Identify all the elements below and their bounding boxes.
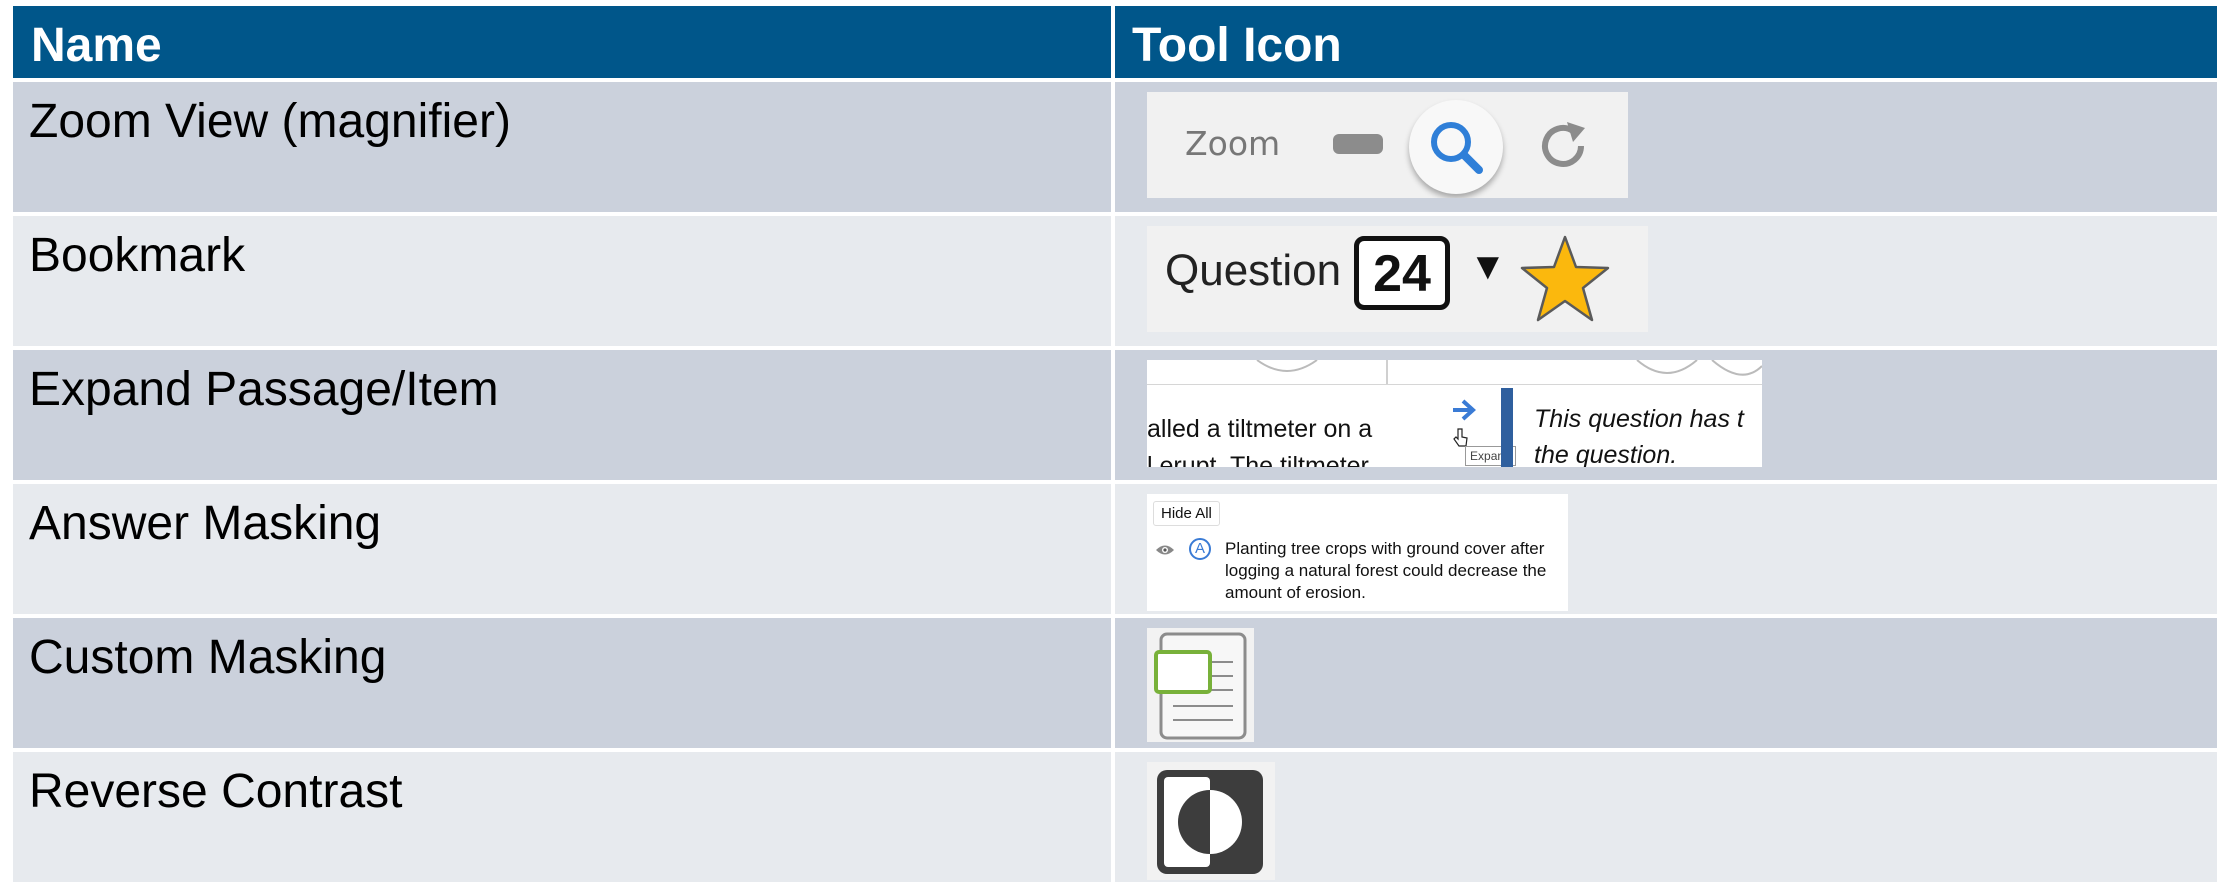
tools-table: Name Tool Icon Zoom View (magnifier) Zoo…: [13, 6, 2217, 882]
question-label: Question: [1165, 246, 1342, 295]
custom-mask-icon[interactable]: [1147, 628, 1255, 742]
tool-icon-cell: Zoom: [1115, 82, 2217, 212]
reset-zoom-icon[interactable]: [1535, 116, 1595, 181]
passage-text-line: alled a tiltmeter on a: [1147, 415, 1373, 443]
zoom-out-icon[interactable]: [1333, 134, 1384, 154]
passage-text-line: l erupt. The tiltmeter: [1147, 452, 1369, 467]
tool-name: Expand Passage/Item: [13, 350, 1112, 480]
zoom-toolbar: Zoom: [1147, 92, 1629, 198]
zoom-label: Zoom: [1185, 124, 1281, 163]
expand-arrow-icon[interactable]: [1450, 396, 1478, 429]
bookmark-toolbar: Question 24 ▼: [1147, 226, 1649, 332]
question-text-line: the question.: [1534, 441, 1678, 467]
table-row: Custom Masking: [13, 618, 2217, 748]
tool-icon-cell: alled a tiltmeter on a l erupt. The tilt…: [1115, 350, 2217, 480]
question-number[interactable]: 24: [1354, 236, 1451, 310]
tool-name: Answer Masking: [13, 484, 1112, 614]
magnifier-icon[interactable]: [1409, 100, 1504, 194]
table-row: Bookmark Question 24 ▼: [13, 216, 2217, 346]
reverse-contrast-icon[interactable]: [1147, 762, 1276, 880]
hide-all-button[interactable]: Hide All: [1153, 501, 1220, 526]
table-row: Zoom View (magnifier) Zoom: [13, 82, 2217, 212]
tool-icon-cell: [1115, 618, 2217, 748]
table-row: Expand Passage/Item alled a tiltmeter on…: [13, 350, 2217, 480]
tool-name: Custom Masking: [13, 618, 1112, 748]
option-text: Planting tree crops with ground cover af…: [1225, 539, 1547, 602]
panel-divider[interactable]: [1501, 388, 1514, 467]
tool-icon-cell: Question 24 ▼: [1115, 216, 2217, 346]
table-row: Answer Masking Hide All A Planting tree …: [13, 484, 2217, 614]
tool-icon-cell: [1115, 752, 2217, 882]
tool-name: Reverse Contrast: [13, 752, 1112, 882]
header-name: Name: [13, 6, 1111, 78]
tool-name: Bookmark: [13, 216, 1112, 346]
eye-icon[interactable]: [1155, 543, 1175, 562]
tool-name: Zoom View (magnifier): [13, 82, 1112, 212]
answer-masking-screenshot: Hide All A Planting tree crops with grou…: [1147, 494, 1569, 611]
question-text-line: This question has t: [1534, 405, 1744, 433]
tool-icon-cell: Hide All A Planting tree crops with grou…: [1115, 484, 2217, 614]
toolbar-strip: [1147, 360, 1763, 385]
option-letter[interactable]: A: [1189, 538, 1212, 560]
star-icon[interactable]: [1519, 234, 1611, 329]
expand-passage-screenshot: alled a tiltmeter on a l erupt. The tilt…: [1147, 360, 1763, 467]
table-row: Reverse Contrast: [13, 752, 2217, 882]
header-tool-icon: Tool Icon: [1115, 6, 2217, 78]
chevron-down-icon[interactable]: ▼: [1469, 246, 1507, 289]
table-header-row: Name Tool Icon: [13, 6, 2217, 78]
